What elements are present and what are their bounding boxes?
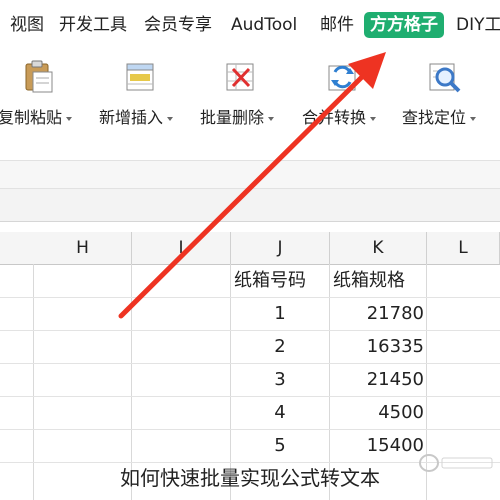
cell-box-number[interactable]: 2 (231, 330, 329, 363)
tab-view[interactable]: 视图 (10, 14, 44, 36)
cell-box-spec[interactable]: 21450 (330, 363, 424, 396)
column-header-j[interactable]: J (231, 232, 330, 264)
insert-icon[interactable] (124, 60, 158, 94)
tab-member[interactable]: 会员专享 (144, 14, 212, 36)
dropdown-caret-icon (167, 116, 174, 121)
tab-developer-tools[interactable]: 开发工具 (59, 14, 127, 36)
merge-convert-icon[interactable] (326, 60, 360, 94)
formula-bar-area (0, 160, 500, 189)
cell-box-spec[interactable]: 16335 (330, 330, 424, 363)
clipboard-paste-icon[interactable] (22, 60, 56, 94)
tab-diy[interactable]: DIY工 (456, 14, 500, 36)
cell-box-spec[interactable]: 4500 (330, 396, 424, 429)
header-cell-box-number[interactable]: 纸箱号码 (234, 264, 306, 297)
find-locate-icon[interactable] (428, 60, 462, 94)
column-header-i[interactable]: I (132, 232, 231, 264)
dropdown-caret-icon (66, 116, 73, 121)
cell-box-number[interactable]: 3 (231, 363, 329, 396)
cell-box-number[interactable]: 1 (231, 297, 329, 330)
column-header-row: H I J K L (0, 232, 500, 265)
header-cell-box-spec[interactable]: 纸箱规格 (333, 264, 405, 297)
batch-delete-button[interactable]: 批量删除 (200, 104, 275, 128)
paste-button[interactable]: 复制粘贴 (0, 104, 73, 128)
tab-mail[interactable]: 邮件 (320, 14, 354, 36)
merge-convert-button[interactable]: 合并转换 (302, 104, 377, 128)
cell-box-number[interactable]: 5 (231, 429, 329, 462)
dropdown-caret-icon (470, 116, 477, 121)
insert-label: 新增插入 (99, 108, 164, 127)
watermark-logo (419, 454, 493, 472)
cell-box-spec[interactable]: 15400 (330, 429, 424, 462)
cell-box-spec[interactable]: 21780 (330, 297, 424, 330)
column-header-h[interactable]: H (34, 232, 132, 264)
batch-delete-label: 批量删除 (200, 108, 265, 127)
delete-icon[interactable] (224, 60, 258, 94)
insert-button[interactable]: 新增插入 (99, 104, 174, 128)
paste-label: 复制粘贴 (0, 108, 63, 127)
tab-fangfanggezi[interactable]: 方方格子 (364, 12, 444, 38)
dropdown-caret-icon (268, 116, 275, 121)
tab-audtool[interactable]: AudTool (231, 14, 297, 36)
ribbon-tab-bar: 视图 开发工具 会员专享 AudTool 邮件 方方格子 DIY工 (0, 0, 500, 50)
dropdown-caret-icon (370, 116, 377, 121)
find-locate-label: 查找定位 (402, 108, 467, 127)
cell-box-number[interactable]: 4 (231, 396, 329, 429)
column-header-l[interactable]: L (427, 232, 500, 264)
sheet-top-band (0, 188, 500, 222)
find-locate-button[interactable]: 查找定位 (402, 104, 477, 128)
merge-convert-label: 合并转换 (302, 108, 367, 127)
column-header-k[interactable]: K (330, 232, 427, 264)
